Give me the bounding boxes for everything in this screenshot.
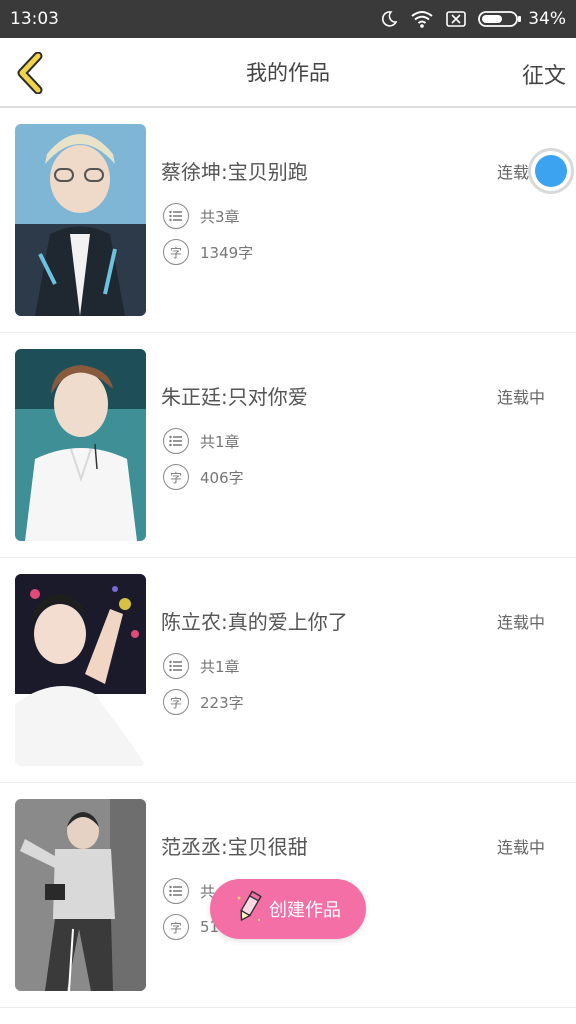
word-count-icon: 字: [163, 689, 189, 715]
work-title: 陈立农:真的爱上你了: [161, 610, 348, 634]
floating-assistive-button[interactable]: [528, 148, 574, 194]
battery-percent: 34%: [528, 9, 566, 29]
create-work-label: 创建作品: [269, 900, 341, 921]
cover-image: [15, 574, 146, 766]
pencil-icon: [235, 890, 263, 929]
no-sim-icon: [446, 11, 467, 27]
chapter-count: 共: [163, 878, 215, 904]
contest-button[interactable]: 征文: [522, 58, 566, 90]
cover-image: [15, 349, 146, 541]
moon-icon: [380, 10, 398, 28]
word-count-icon: 字: [163, 464, 189, 490]
cover-image: [15, 799, 146, 991]
work-status: 连载中: [496, 388, 545, 407]
chapter-count: 共3章: [163, 203, 240, 229]
word-count: 字 406字: [163, 464, 244, 490]
chapter-count-text: 共1章: [200, 657, 240, 676]
list-icon: [163, 653, 189, 679]
page-title: 我的作品: [246, 61, 330, 85]
chapter-count: 共1章: [163, 653, 240, 679]
cover-image: [15, 124, 146, 316]
word-count: 字 223字: [163, 689, 244, 715]
work-item[interactable]: 蔡徐坤:宝贝别跑 连载中 共3章 字 1349字: [0, 108, 576, 333]
work-status: 连载中: [496, 613, 545, 632]
list-icon: [163, 878, 189, 904]
wifi-icon: [410, 10, 434, 28]
status-bar: 13:03 34%: [0, 0, 576, 38]
work-title: 蔡徐坤:宝贝别跑: [161, 160, 308, 184]
work-item[interactable]: 陈立农:真的爱上你了 连载中 共1章 字 223字: [0, 558, 576, 783]
word-count-text: 406字: [200, 468, 244, 487]
work-item[interactable]: 朱正廷:只对你爱 连载中 共1章 字 406字: [0, 333, 576, 558]
word-count-icon: 字: [163, 239, 189, 265]
app-header: 我的作品 征文: [0, 38, 576, 108]
back-arrow-icon: [17, 51, 43, 95]
works-list: 蔡徐坤:宝贝别跑 连载中 共3章 字 1349字 朱正廷:只对你爱 连载中 共1…: [0, 108, 576, 1008]
chapter-count-text: 共3章: [200, 207, 240, 226]
list-icon: [163, 203, 189, 229]
chapter-count-text: 共1章: [200, 432, 240, 451]
back-button[interactable]: [12, 51, 52, 95]
status-time: 13:03: [10, 9, 59, 29]
word-count-text: 1349字: [200, 243, 254, 262]
floating-dot-inner: [535, 155, 567, 187]
work-title: 范丞丞:宝贝很甜: [161, 835, 308, 859]
create-work-button[interactable]: 创建作品: [210, 879, 366, 939]
word-count-text: 223字: [200, 693, 244, 712]
work-status: 连载中: [496, 838, 545, 857]
list-icon: [163, 428, 189, 454]
battery-icon: [478, 10, 522, 28]
chapter-count: 共1章: [163, 428, 240, 454]
word-count-icon: 字: [163, 914, 189, 940]
word-count: 字 1349字: [163, 239, 253, 265]
work-title: 朱正廷:只对你爱: [161, 385, 308, 409]
